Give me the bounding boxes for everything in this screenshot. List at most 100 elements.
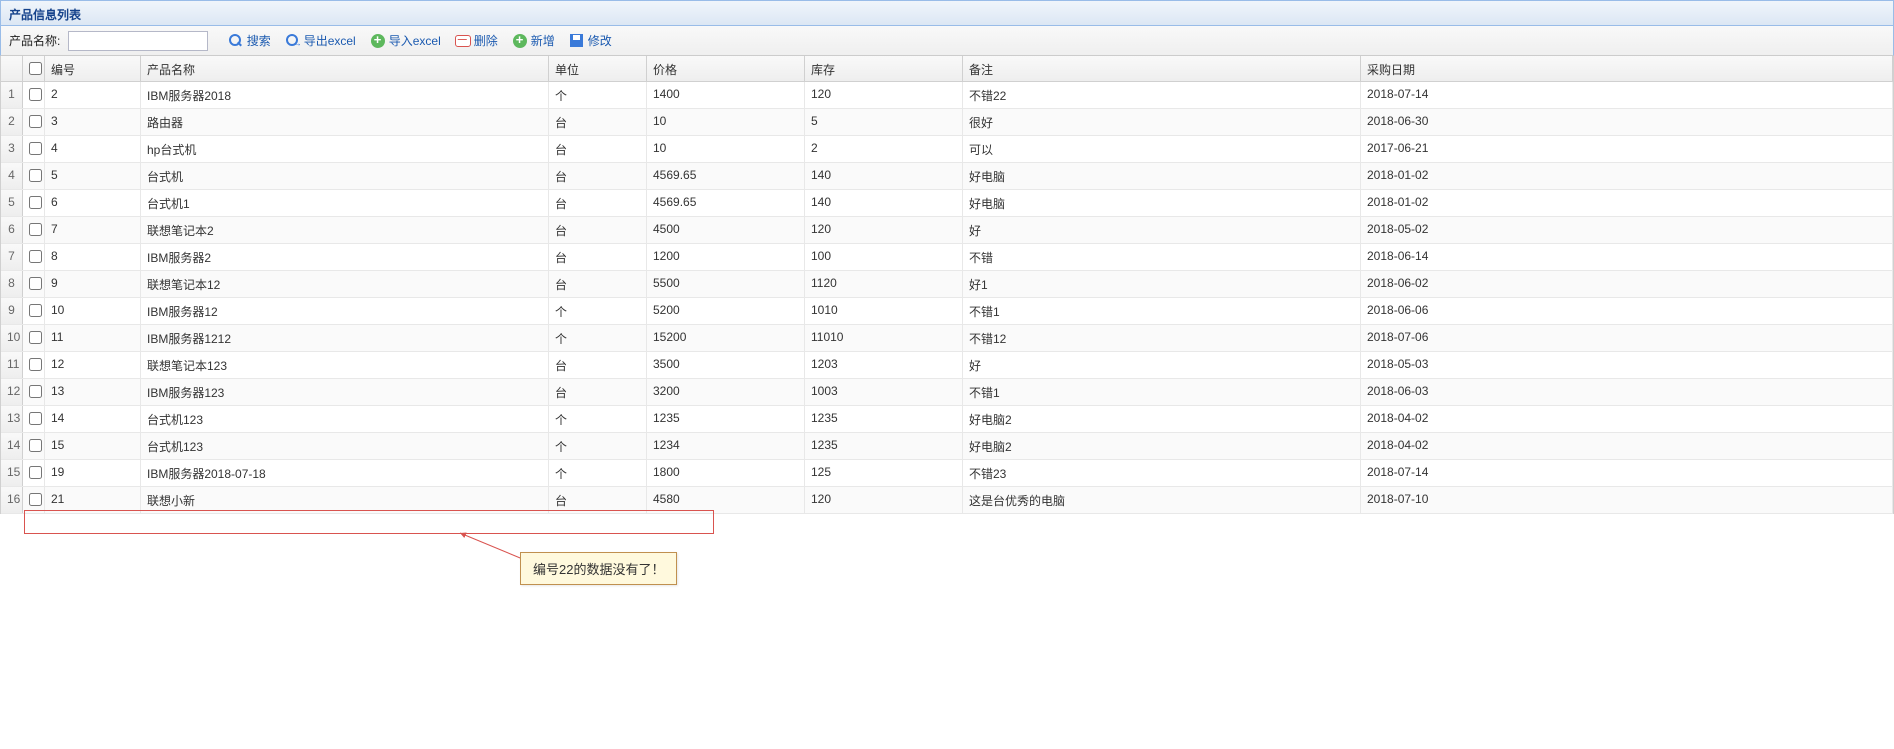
table-row[interactable]: 1213IBM服务器123台32001003不错12018-06-03 <box>1 379 1893 406</box>
cell-date: 2018-06-03 <box>1361 379 1893 405</box>
row-checkbox[interactable] <box>29 88 42 101</box>
grid-body: 12IBM服务器2018个1400120不错222018-07-1423路由器台… <box>1 82 1893 514</box>
cell-stock: 1203 <box>805 352 963 378</box>
table-row[interactable]: 1314台式机123个12351235好电脑22018-04-02 <box>1 406 1893 433</box>
cell-check[interactable] <box>23 271 45 297</box>
cell-date: 2018-06-30 <box>1361 109 1893 135</box>
cell-date: 2018-04-02 <box>1361 433 1893 459</box>
row-checkbox[interactable] <box>29 196 42 209</box>
header-stock[interactable]: 库存 <box>805 56 963 81</box>
cell-id: 3 <box>45 109 141 135</box>
cell-price: 4500 <box>647 217 805 243</box>
cell-unit: 台 <box>549 190 647 216</box>
cell-check[interactable] <box>23 136 45 162</box>
row-checkbox[interactable] <box>29 466 42 479</box>
header-checkbox[interactable] <box>29 62 42 75</box>
header-date[interactable]: 采购日期 <box>1361 56 1893 81</box>
cell-check[interactable] <box>23 163 45 189</box>
header-price[interactable]: 价格 <box>647 56 805 81</box>
cell-name: 联想笔记本123 <box>141 352 549 378</box>
header-unit[interactable]: 单位 <box>549 56 647 81</box>
cell-stock: 120 <box>805 82 963 108</box>
cell-unit: 台 <box>549 244 647 270</box>
cell-rownum: 16 <box>1 487 23 513</box>
add-button[interactable]: 新增 <box>508 30 559 51</box>
header-name[interactable]: 产品名称 <box>141 56 549 81</box>
cell-date: 2017-06-21 <box>1361 136 1893 162</box>
edit-button[interactable]: 修改 <box>565 30 616 51</box>
row-checkbox[interactable] <box>29 277 42 290</box>
cell-check[interactable] <box>23 379 45 405</box>
table-row[interactable]: 910IBM服务器12个52001010不错12018-06-06 <box>1 298 1893 325</box>
cell-price: 10 <box>647 136 805 162</box>
cell-date: 2018-06-14 <box>1361 244 1893 270</box>
cell-check[interactable] <box>23 82 45 108</box>
table-row[interactable]: 78IBM服务器2台1200100不错2018-06-14 <box>1 244 1893 271</box>
table-row[interactable]: 1112联想笔记本123台35001203好2018-05-03 <box>1 352 1893 379</box>
cell-date: 2018-06-06 <box>1361 298 1893 324</box>
table-row[interactable]: 12IBM服务器2018个1400120不错222018-07-14 <box>1 82 1893 109</box>
cell-rownum: 4 <box>1 163 23 189</box>
cell-check[interactable] <box>23 109 45 135</box>
table-row[interactable]: 45台式机台4569.65140好电脑2018-01-02 <box>1 163 1893 190</box>
cell-price: 4569.65 <box>647 190 805 216</box>
cell-price: 1200 <box>647 244 805 270</box>
export-excel-button[interactable]: 导出excel <box>281 30 360 51</box>
header-id[interactable]: 编号 <box>45 56 141 81</box>
cell-name: IBM服务器2 <box>141 244 549 270</box>
delete-button[interactable]: 删除 <box>451 30 502 51</box>
cell-check[interactable] <box>23 190 45 216</box>
row-checkbox[interactable] <box>29 331 42 344</box>
row-checkbox[interactable] <box>29 358 42 371</box>
row-checkbox[interactable] <box>29 493 42 506</box>
search-button[interactable]: 搜索 <box>224 30 275 51</box>
row-checkbox[interactable] <box>29 304 42 317</box>
row-checkbox[interactable] <box>29 412 42 425</box>
cell-id: 2 <box>45 82 141 108</box>
row-checkbox[interactable] <box>29 439 42 452</box>
cell-remark: 好电脑2 <box>963 406 1361 432</box>
table-row[interactable]: 34hp台式机台102可以2017-06-21 <box>1 136 1893 163</box>
cell-price: 1235 <box>647 406 805 432</box>
product-grid: 编号 产品名称 单位 价格 库存 备注 采购日期 12IBM服务器2018个14… <box>0 56 1894 514</box>
cell-stock: 140 <box>805 163 963 189</box>
cell-remark: 好电脑 <box>963 163 1361 189</box>
cell-price: 5200 <box>647 298 805 324</box>
search-input[interactable] <box>68 31 208 51</box>
row-checkbox[interactable] <box>29 115 42 128</box>
cell-rownum: 8 <box>1 271 23 297</box>
row-checkbox[interactable] <box>29 385 42 398</box>
table-row[interactable]: 1519IBM服务器2018-07-18个1800125不错232018-07-… <box>1 460 1893 487</box>
table-row[interactable]: 67联想笔记本2台4500120好2018-05-02 <box>1 217 1893 244</box>
cell-check[interactable] <box>23 433 45 459</box>
cell-remark: 好电脑 <box>963 190 1361 216</box>
cell-check[interactable] <box>23 352 45 378</box>
row-checkbox[interactable] <box>29 250 42 263</box>
cell-check[interactable] <box>23 460 45 486</box>
annotation-highlight-box <box>24 510 714 534</box>
import-excel-button[interactable]: 导入excel <box>366 30 445 51</box>
cell-rownum: 12 <box>1 379 23 405</box>
cell-check[interactable] <box>23 244 45 270</box>
panel-title: 产品信息列表 <box>9 8 81 22</box>
row-checkbox[interactable] <box>29 169 42 182</box>
cell-check[interactable] <box>23 217 45 243</box>
cell-id: 9 <box>45 271 141 297</box>
table-row[interactable]: 89联想笔记本12台55001120好12018-06-02 <box>1 271 1893 298</box>
cell-name: 路由器 <box>141 109 549 135</box>
row-checkbox[interactable] <box>29 223 42 236</box>
cell-rownum: 7 <box>1 244 23 270</box>
edit-icon <box>569 33 585 49</box>
table-row[interactable]: 56台式机1台4569.65140好电脑2018-01-02 <box>1 190 1893 217</box>
table-row[interactable]: 1415台式机123个12341235好电脑22018-04-02 <box>1 433 1893 460</box>
cell-check[interactable] <box>23 325 45 351</box>
header-remark[interactable]: 备注 <box>963 56 1361 81</box>
table-row[interactable]: 23路由器台105很好2018-06-30 <box>1 109 1893 136</box>
header-check[interactable] <box>23 56 45 81</box>
cell-rownum: 10 <box>1 325 23 351</box>
cell-check[interactable] <box>23 298 45 324</box>
cell-name: IBM服务器1212 <box>141 325 549 351</box>
cell-check[interactable] <box>23 406 45 432</box>
row-checkbox[interactable] <box>29 142 42 155</box>
table-row[interactable]: 1011IBM服务器1212个1520011010不错122018-07-06 <box>1 325 1893 352</box>
